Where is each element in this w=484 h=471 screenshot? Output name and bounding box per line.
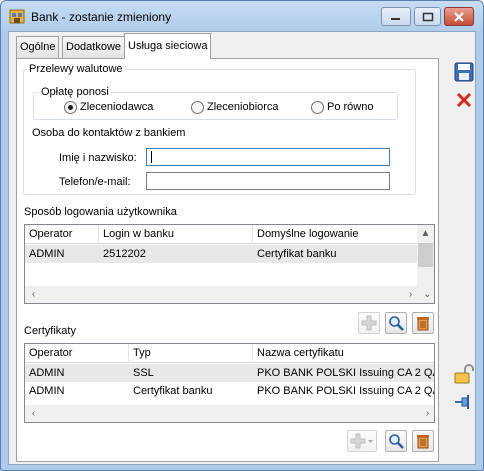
certs-horizontal-scrollbar[interactable]: ‹ › <box>25 405 434 422</box>
lock-icon <box>454 364 474 384</box>
text-caret <box>151 151 152 163</box>
scroll-left-icon[interactable]: ‹ <box>25 286 42 303</box>
login-col-login[interactable]: Login w banku <box>99 225 253 244</box>
login-cell-default: Certyfikat banku <box>257 248 337 260</box>
scroll-right-icon[interactable]: › <box>402 286 419 303</box>
minimize-button[interactable] <box>381 7 411 26</box>
fee-po-rowno-label: Po równo <box>327 101 374 113</box>
certs-col-operator[interactable]: Operator <box>25 344 129 363</box>
certs-grid: Operator Typ Nazwa certyfikatu ADMIN SSL… <box>24 343 435 423</box>
certs-cell-type: SSL <box>133 367 154 379</box>
certs-delete-button[interactable] <box>412 430 434 452</box>
certs-col-type[interactable]: Typ <box>129 344 253 363</box>
close-icon <box>454 11 464 22</box>
trash-icon <box>417 317 429 331</box>
certs-grid-header: Operator Typ Nazwa certyfikatu <box>25 344 434 363</box>
cancel-button[interactable] <box>452 88 476 112</box>
close-button[interactable] <box>444 7 474 26</box>
phone-input[interactable] <box>146 172 390 190</box>
certs-section-title: Certyfikaty <box>24 325 76 337</box>
certs-row[interactable]: ADMIN Certyfikat banku PKO BANK POLSKI I… <box>25 382 435 400</box>
scroll-down-icon[interactable]: ⌄ <box>419 286 434 303</box>
certs-preview-button[interactable] <box>385 430 407 452</box>
certs-cell-operator: ADMIN <box>29 385 65 397</box>
bank-app-icon <box>9 9 25 24</box>
login-horizontal-scrollbar[interactable]: ‹ › ⌄ <box>25 286 434 303</box>
login-preview-button[interactable] <box>385 312 407 334</box>
tab-dodatkowe[interactable]: Dodatkowe <box>62 36 126 58</box>
maximize-icon <box>422 12 433 21</box>
tab-panel: Przelewy walutowe Opłatę ponosi Zlecenio… <box>16 58 439 462</box>
plus-icon <box>361 315 377 331</box>
cancel-icon <box>456 92 472 108</box>
pin-icon <box>455 395 469 409</box>
login-add-button[interactable] <box>358 312 380 334</box>
trash-icon <box>417 435 429 449</box>
fee-zleceniodawca-radio[interactable] <box>64 101 77 114</box>
phone-label: Telefon/e-mail: <box>59 176 131 188</box>
certs-col-name[interactable]: Nazwa certyfikatu <box>253 344 434 363</box>
login-col-default[interactable]: Domyślne logowanie <box>253 225 418 244</box>
login-vertical-scrollbar[interactable]: ▲ <box>417 225 434 286</box>
name-label: Imię i nazwisko: <box>59 152 137 164</box>
save-icon <box>454 62 474 82</box>
login-row[interactable]: ADMIN 2512202 Certyfikat banku <box>25 245 418 263</box>
login-cell-operator: ADMIN <box>29 248 65 260</box>
window-title: Bank - zostanie zmieniony <box>31 10 172 24</box>
login-grid: Operator Login w banku Domyślne logowani… <box>24 224 435 304</box>
transfers-legend: Przelewy walutowe <box>27 63 125 75</box>
login-section-title: Sposób logowania użytkownika <box>24 206 177 218</box>
fee-zleceniobiorca-radio[interactable] <box>191 101 204 114</box>
certs-cell-name: PKO BANK POLSKI Issuing CA 2 QA <box>257 385 435 397</box>
login-cell-login: 2512202 <box>103 248 146 260</box>
maximize-button[interactable] <box>414 7 441 26</box>
certs-cell-name: PKO BANK POLSKI Issuing CA 2 QA <box>257 367 435 379</box>
pin-button[interactable] <box>452 390 476 414</box>
contact-title: Osoba do kontaktów z bankiem <box>32 127 186 139</box>
scroll-left-icon[interactable]: ‹ <box>25 405 42 422</box>
lock-button[interactable] <box>452 362 476 386</box>
login-col-operator[interactable]: Operator <box>25 225 99 244</box>
magnifier-icon <box>389 434 404 449</box>
fee-zleceniobiorca-label: Zleceniobiorca <box>207 101 279 113</box>
magnifier-icon <box>389 316 404 331</box>
tab-ogolne[interactable]: Ogólne <box>16 36 60 58</box>
fee-po-rowno-radio[interactable] <box>311 101 324 114</box>
name-input[interactable] <box>146 148 390 166</box>
client-area: Ogólne Dodatkowe Usługa sieciowa Przelew… <box>8 31 476 465</box>
tab-usluga-sieciowa[interactable]: Usługa sieciowa <box>124 33 212 59</box>
login-delete-button[interactable] <box>412 312 434 334</box>
save-button[interactable] <box>452 60 476 84</box>
minimize-icon <box>391 17 400 20</box>
certs-cell-operator: ADMIN <box>29 367 65 379</box>
scroll-up-icon[interactable]: ▲ <box>417 225 434 242</box>
login-grid-header: Operator Login w banku Domyślne logowani… <box>25 225 418 244</box>
certs-row[interactable]: ADMIN SSL PKO BANK POLSKI Issuing CA 2 Q… <box>25 364 435 382</box>
certs-add-button[interactable] <box>347 430 377 452</box>
fee-zleceniodawca-label: Zleceniodawca <box>80 101 154 113</box>
window: Bank - zostanie zmieniony Ogólne Dodatko… <box>0 0 484 471</box>
plus-icon <box>350 433 373 449</box>
login-scroll-thumb[interactable] <box>418 243 433 267</box>
scroll-right-icon[interactable]: › <box>419 405 434 422</box>
fee-legend: Opłatę ponosi <box>39 86 111 98</box>
title-bar[interactable]: Bank - zostanie zmieniony <box>1 1 483 31</box>
certs-cell-type: Certyfikat banku <box>133 385 213 397</box>
